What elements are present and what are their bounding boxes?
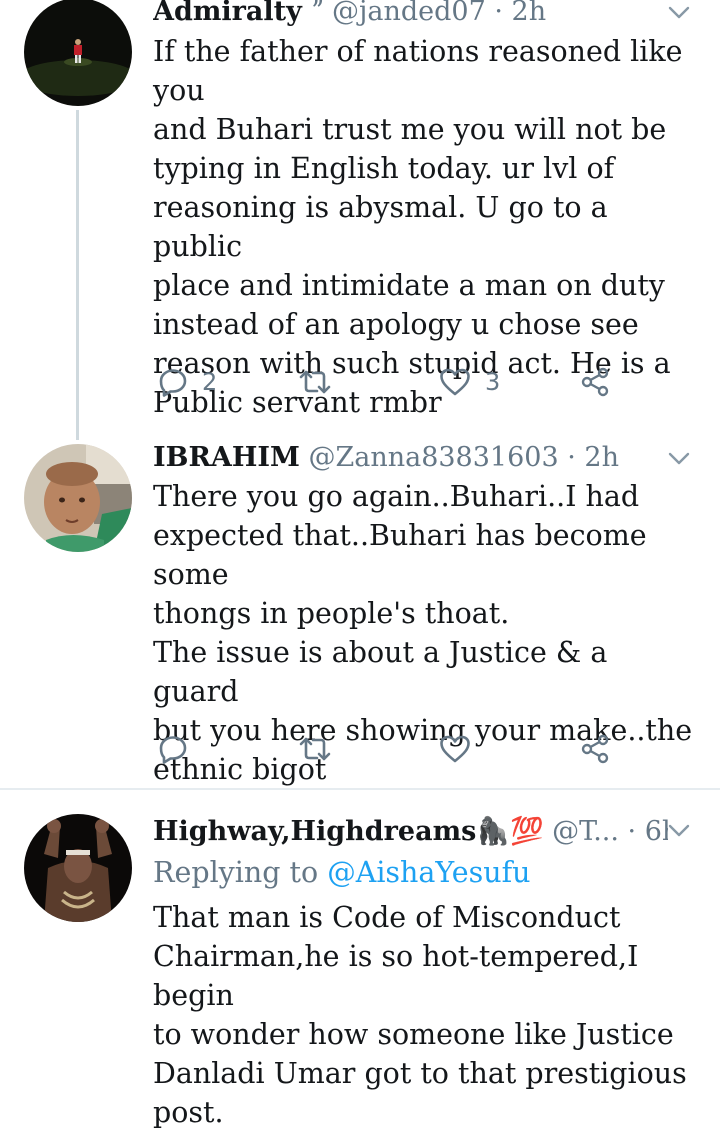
handle[interactable]: @janded07 [332, 0, 486, 27]
emoji-badge: 🦍💯 [476, 816, 544, 847]
reply-icon [159, 736, 187, 764]
separator-dot: · [485, 0, 512, 27]
mention-link[interactable]: @AishaYesufu [327, 856, 530, 889]
avatar-admiralty[interactable] [24, 0, 132, 106]
chevron-down-icon[interactable] [666, 818, 692, 844]
retweet-icon [299, 737, 331, 761]
retweet-button[interactable] [298, 362, 346, 402]
replying-prefix: Replying to [153, 856, 328, 889]
chevron-down-icon[interactable] [666, 0, 692, 26]
tweet-header: Admiralty ˮ @janded07 · 2h [153, 0, 668, 30]
reply-button[interactable] [158, 729, 202, 769]
heart-icon [440, 735, 470, 763]
display-name[interactable]: IBRAHIM [153, 442, 300, 473]
name-badge: ˮ [301, 0, 333, 27]
timestamp[interactable]: 6h [645, 816, 668, 847]
thread-line [76, 110, 79, 440]
avatar-ibrahim[interactable] [24, 444, 132, 552]
display-name[interactable]: Admiralty [153, 0, 302, 27]
reply-icon [159, 369, 187, 397]
display-name[interactable]: Highway,Highdreams [153, 816, 476, 847]
tweet-header: Highway,Highdreams🦍💯 @T... · 6h [153, 814, 668, 850]
like-button[interactable] [439, 729, 485, 769]
tweet-1[interactable]: Admiralty ˮ @janded07 · 2h If the father… [0, 0, 720, 440]
share-button[interactable] [579, 362, 611, 402]
tweet-3[interactable]: Highway,Highdreams🦍💯 @T... · 6h Replying… [0, 790, 720, 1129]
share-icon [581, 367, 609, 397]
replying-to: Replying to @AishaYesufu [153, 853, 531, 892]
separator-dot: · [558, 442, 585, 473]
heart-icon [440, 368, 470, 396]
retweet-button[interactable] [298, 729, 346, 769]
timestamp[interactable]: 2h [584, 442, 619, 473]
share-icon [581, 734, 609, 764]
tweet-text: That man is Code of Misconduct Chairman,… [153, 901, 687, 1129]
tweet-header: IBRAHIM @Zanna83831603 · 2h [153, 440, 668, 476]
reply-button[interactable]: 2 [158, 362, 217, 402]
avatar-highway-highdreams[interactable] [24, 814, 132, 922]
timestamp[interactable]: 2h [512, 0, 547, 27]
share-button[interactable] [579, 729, 611, 769]
tweet-actions [153, 729, 623, 769]
retweet-icon [299, 370, 331, 394]
reply-count: 2 [202, 368, 218, 396]
separator-dot: · [618, 816, 645, 847]
tweet-2[interactable]: IBRAHIM @Zanna83831603 · 2h There you go… [0, 430, 720, 788]
handle[interactable]: @Zanna83831603 [308, 442, 558, 473]
chevron-down-icon[interactable] [666, 446, 692, 472]
handle[interactable]: @T... [544, 816, 619, 847]
tweet-actions: 2 3 [153, 362, 623, 402]
like-count: 3 [485, 368, 501, 396]
like-button[interactable]: 3 [439, 362, 500, 402]
